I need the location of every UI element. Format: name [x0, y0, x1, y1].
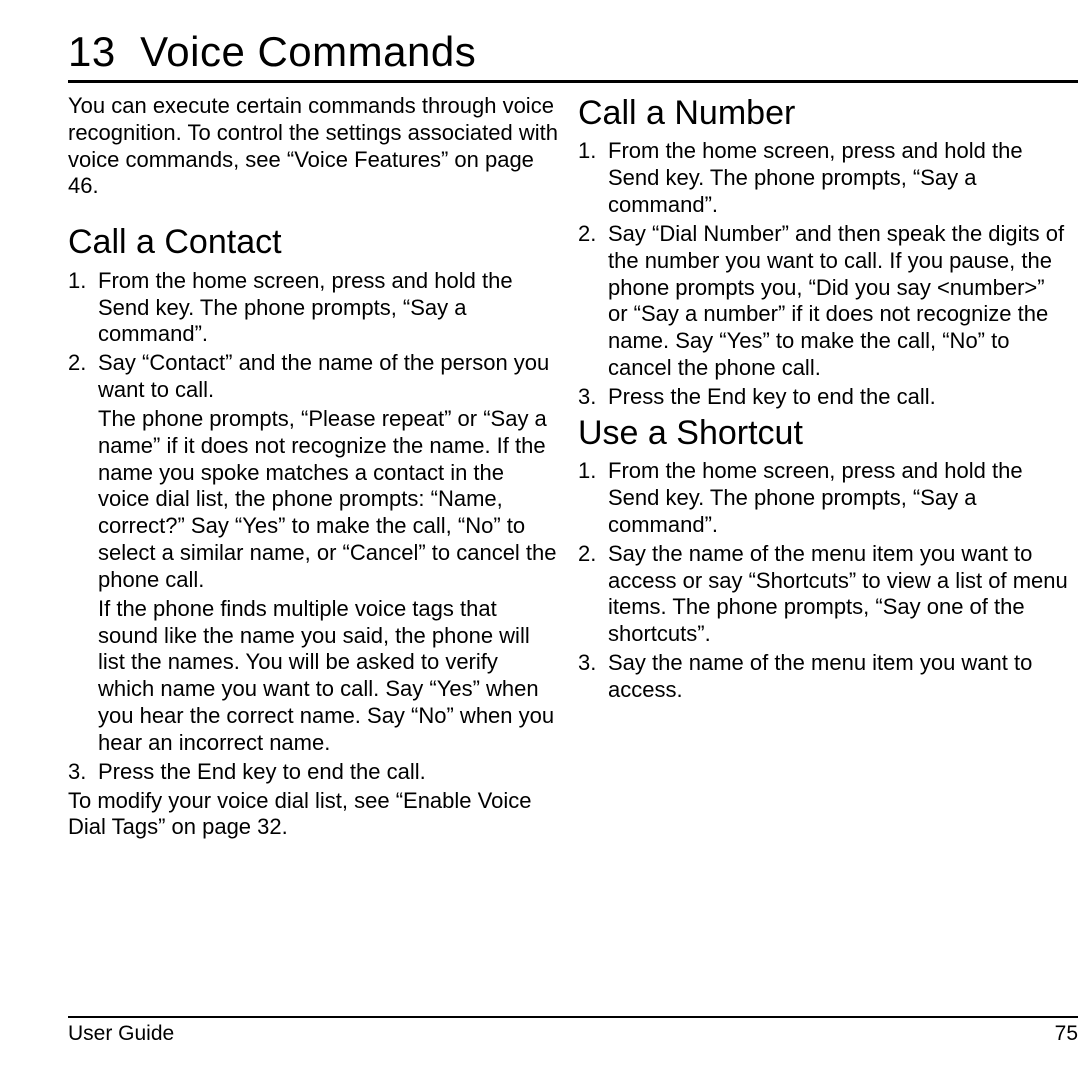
content-columns: You can execute certain commands through…	[68, 93, 1080, 841]
chapter-number: 13	[68, 28, 116, 75]
page-footer: User Guide 75	[0, 1016, 1080, 1046]
list-item: From the home screen, press and hold the…	[578, 458, 1070, 538]
footer-left: User Guide	[68, 1022, 174, 1046]
list-item: Press the End key to end the call.	[68, 759, 560, 786]
left-column: You can execute certain commands through…	[68, 93, 560, 841]
footer-page-number: 75	[1055, 1022, 1078, 1046]
title-rule	[68, 80, 1078, 83]
step-text: Say “Contact” and the name of the person…	[98, 350, 549, 402]
chapter-title: 13 Voice Commands	[68, 28, 1080, 76]
steps-call-a-number: From the home screen, press and hold the…	[578, 138, 1070, 410]
after-list-paragraph: To modify your voice dial list, see “Ena…	[68, 788, 560, 842]
list-item: Say “Contact” and the name of the person…	[68, 350, 560, 756]
list-item: Say the name of the menu item you want t…	[578, 650, 1070, 704]
list-item: Press the End key to end the call.	[578, 384, 1070, 411]
intro-paragraph: You can execute certain commands through…	[68, 93, 560, 200]
heading-use-a-shortcut: Use a Shortcut	[578, 413, 1070, 454]
heading-call-a-number: Call a Number	[578, 93, 1070, 134]
list-item: From the home screen, press and hold the…	[68, 268, 560, 348]
heading-call-a-contact: Call a Contact	[68, 222, 560, 263]
footer-rule	[68, 1016, 1078, 1018]
list-item: Say “Dial Number” and then speak the dig…	[578, 221, 1070, 382]
list-item: Say the name of the menu item you want t…	[578, 541, 1070, 648]
step-subparagraph: The phone prompts, “Please repeat” or “S…	[98, 406, 560, 594]
steps-use-a-shortcut: From the home screen, press and hold the…	[578, 458, 1070, 703]
list-item: From the home screen, press and hold the…	[578, 138, 1070, 218]
step-subparagraph: If the phone finds multiple voice tags t…	[98, 596, 560, 757]
steps-call-a-contact: From the home screen, press and hold the…	[68, 268, 560, 786]
right-column: Call a Number From the home screen, pres…	[578, 93, 1070, 841]
chapter-name: Voice Commands	[140, 28, 476, 75]
